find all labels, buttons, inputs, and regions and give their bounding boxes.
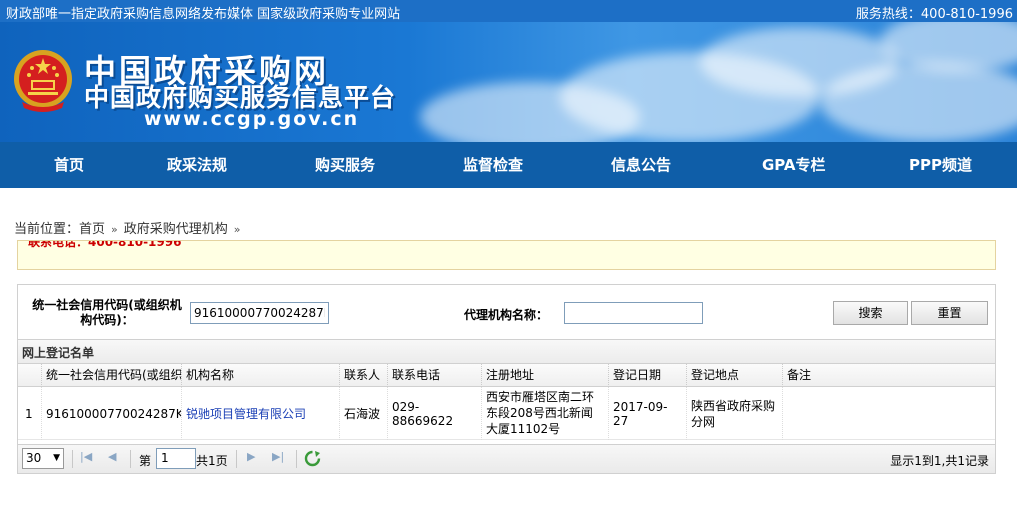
row-contact: 石海波 [340, 387, 388, 440]
nav-purchase-services[interactable]: 购买服务 [315, 142, 375, 188]
col-agency-name[interactable]: 机构名称 [182, 364, 340, 387]
pager-divider [130, 450, 131, 468]
row-address: 西安市雁塔区南二环东段208号西北新闻大厦11102号 [482, 387, 609, 440]
pager-divider [72, 450, 73, 468]
col-credit-code[interactable]: 统一社会信用代码(或组织机构代码) [42, 364, 182, 387]
pager-divider [236, 450, 237, 468]
page-total: 共1页 [196, 454, 228, 468]
credit-code-input[interactable] [190, 302, 329, 324]
col-remark[interactable]: 备注 [783, 364, 995, 387]
reset-button[interactable]: 重置 [911, 301, 988, 325]
refresh-icon[interactable] [304, 450, 321, 467]
notice-box: 联系电话：400-810-1996 [17, 240, 996, 270]
page-number-input[interactable]: 1 [156, 448, 196, 469]
page-prefix: 第 [139, 454, 152, 468]
credit-code-label: 统一社会信用代码(或组织机构代码)： [32, 298, 182, 327]
row-remark [783, 387, 995, 440]
nav-home[interactable]: 首页 [54, 142, 84, 188]
top-slogan: 财政部唯一指定政府采购信息网络发布媒体 国家级政府采购专业网站 [6, 7, 401, 22]
row-phone: 029-88669622 [388, 387, 482, 440]
agency-name-label: 代理机构名称： [464, 308, 549, 322]
pagination-bar: 30 ▼ |◀ ◀ 第 1 共1页 ▶ ▶| 显示1到1,共1记录 [18, 444, 995, 473]
record-summary: 显示1到1,共1记录 [890, 454, 989, 468]
row-agency-name: 锐驰项目管理有限公司 [182, 387, 340, 440]
national-emblem-icon [14, 50, 72, 112]
pager-divider [296, 450, 297, 468]
breadcrumb-separator: » [233, 223, 241, 236]
chevron-down-icon: ▼ [53, 453, 60, 463]
table-row[interactable]: 1 91610000770024287K 锐驰项目管理有限公司 石海波 029-… [18, 387, 995, 440]
agency-name-input[interactable] [564, 302, 703, 324]
agency-grid-panel: 统一社会信用代码(或组织机构代码)： 代理机构名称： 搜索 重置 网上登记名单 … [17, 284, 996, 474]
search-button[interactable]: 搜索 [833, 301, 908, 325]
col-address[interactable]: 注册地址 [482, 364, 609, 387]
page-size-select[interactable]: 30 ▼ [22, 448, 64, 469]
row-date: 2017-09-27 [609, 387, 687, 440]
next-page-icon[interactable]: ▶ [247, 450, 255, 463]
col-index [18, 364, 42, 387]
nav-regulations[interactable]: 政采法规 [167, 142, 227, 188]
search-form: 统一社会信用代码(或组织机构代码)： 代理机构名称： 搜索 重置 [18, 285, 995, 340]
last-page-icon[interactable]: ▶| [272, 450, 284, 463]
col-contact[interactable]: 联系人 [340, 364, 388, 387]
nav-supervision[interactable]: 监督检查 [463, 142, 523, 188]
breadcrumb: 当前位置：首页 » 政府采购代理机构 » [14, 218, 247, 237]
first-page-icon[interactable]: |◀ [80, 450, 92, 463]
col-date[interactable]: 登记日期 [609, 364, 687, 387]
notice-text: 联系电话：400-810-1996 [28, 240, 182, 249]
breadcrumb-home[interactable]: 首页 [79, 222, 105, 237]
agency-name-link[interactable]: 锐驰项目管理有限公司 [186, 405, 306, 422]
nav-ppp[interactable]: PPP频道 [909, 142, 972, 188]
main-nav: 首页 政采法规 购买服务 监督检查 信息公告 GPA专栏 PPP频道 [0, 142, 1017, 188]
nav-gpa[interactable]: GPA专栏 [762, 142, 826, 188]
nav-announcements[interactable]: 信息公告 [611, 142, 671, 188]
page-size-value: 30 [26, 451, 42, 465]
row-place: 陕西省政府采购分网 [687, 387, 783, 440]
grid-title: 网上登记名单 [22, 346, 95, 360]
breadcrumb-label: 当前位置： [14, 222, 80, 237]
service-hotline: 服务热线：400-810-1996 [855, 7, 1013, 22]
site-url: www.ccgp.gov.cn [144, 108, 360, 130]
site-banner: 中国政府采购网 中国政府购买服务信息平台 www.ccgp.gov.cn [0, 22, 1017, 142]
row-index: 1 [18, 387, 42, 440]
col-place[interactable]: 登记地点 [687, 364, 783, 387]
top-info-bar: 财政部唯一指定政府采购信息网络发布媒体 国家级政府采购专业网站 服务热线：400… [0, 0, 1017, 22]
breadcrumb-agencies[interactable]: 政府采购代理机构 [124, 222, 228, 237]
prev-page-icon[interactable]: ◀ [108, 450, 116, 463]
grid-title-bar: 网上登记名单 [18, 340, 995, 364]
row-credit-code: 91610000770024287K [42, 387, 182, 440]
col-phone[interactable]: 联系电话 [388, 364, 482, 387]
grid-header: 统一社会信用代码(或组织机构代码) 机构名称 联系人 联系电话 注册地址 登记日… [18, 364, 995, 387]
breadcrumb-separator: » [111, 223, 118, 236]
